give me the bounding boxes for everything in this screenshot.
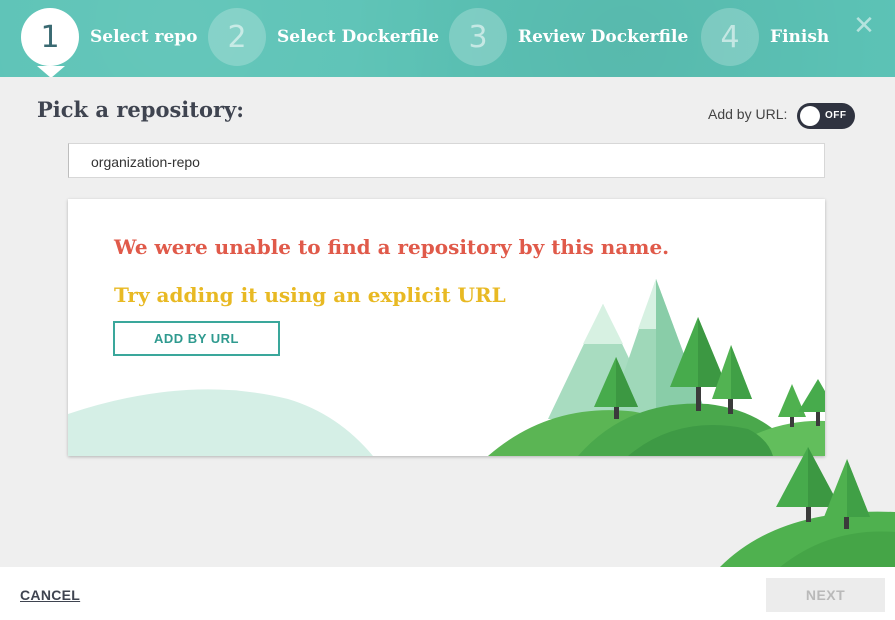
repo-search-field[interactable] xyxy=(68,143,825,179)
cancel-button[interactable]: CANCEL xyxy=(20,587,80,603)
toggle-knob xyxy=(800,106,820,126)
empty-state-card: We were unable to find a repository by t… xyxy=(68,199,825,456)
step-label: Select repo xyxy=(90,27,198,47)
wizard-footer: CANCEL NEXT xyxy=(0,567,895,620)
forest-hills-illustration xyxy=(68,279,825,456)
toggle-state: OFF xyxy=(825,110,847,121)
add-by-url-toggle[interactable]: OFF xyxy=(797,103,855,129)
step-number: 2 xyxy=(208,8,266,66)
step-select-repo[interactable]: 1 Select repo xyxy=(21,8,198,66)
step-number: 3 xyxy=(449,8,507,66)
step-select-dockerfile[interactable]: 2 Select Dockerfile xyxy=(208,8,439,66)
step-review-dockerfile[interactable]: 3 Review Dockerfile xyxy=(449,8,688,66)
step-label: Select Dockerfile xyxy=(277,27,440,47)
step-number: 4 xyxy=(701,8,759,66)
page-title: Pick a repository: xyxy=(37,97,244,122)
step-label: Review Dockerfile xyxy=(518,27,689,47)
next-button[interactable]: NEXT xyxy=(766,578,885,612)
step-number: 1 xyxy=(21,8,79,66)
wizard-body: Pick a repository: Add by URL: OFF We we… xyxy=(0,77,895,567)
corner-hill-illustration xyxy=(720,447,895,567)
wizard-header: 1 Select repo 2 Select Dockerfile 3 Revi… xyxy=(0,0,895,78)
step-finish[interactable]: 4 Finish xyxy=(701,8,829,66)
step-label: Finish xyxy=(770,27,830,47)
close-icon[interactable]: ✕ xyxy=(852,13,876,39)
repo-search-input[interactable] xyxy=(69,144,793,179)
add-by-url-label: Add by URL: xyxy=(708,106,788,122)
